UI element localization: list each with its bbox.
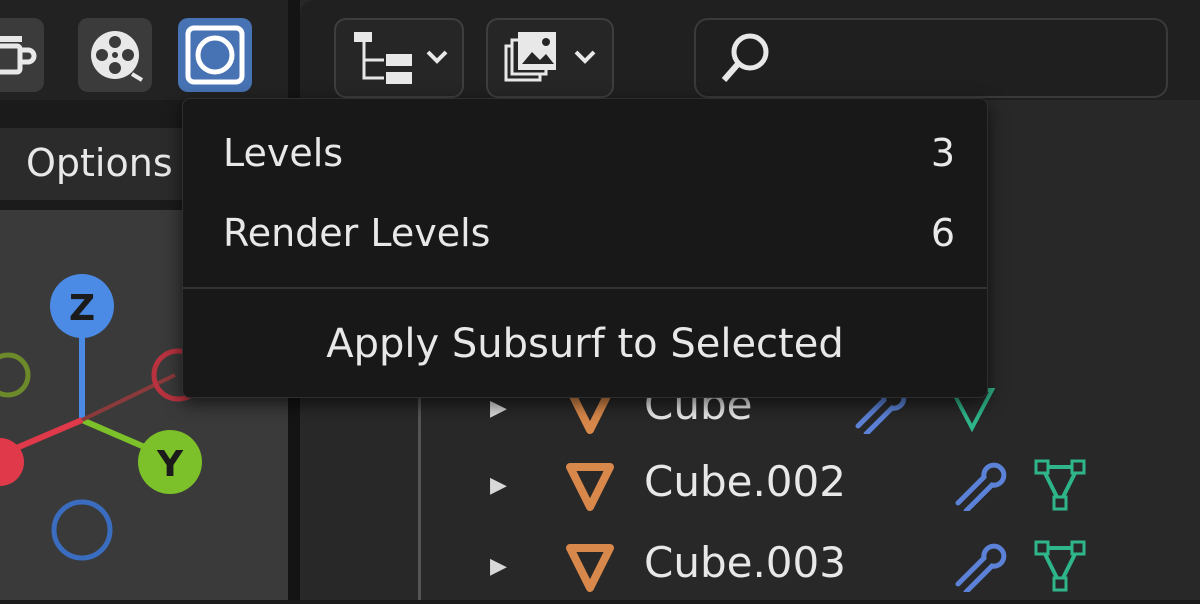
expand-arrow-icon[interactable]: ▶ — [490, 396, 507, 421]
list-item[interactable]: ▶ Cube.003 — [480, 536, 1180, 596]
render-levels-value-field[interactable]: 6 — [931, 211, 955, 255]
object-triangle-icon — [566, 544, 614, 592]
film-reel-icon — [91, 31, 144, 82]
subsurf-popup-menu: Levels 3 Render Levels 6 Apply Subsurf t… — [182, 98, 988, 398]
expand-arrow-icon[interactable]: ▶ — [490, 554, 507, 579]
display-mode-dropdown[interactable] — [334, 18, 464, 98]
coffee-button[interactable] — [0, 18, 44, 92]
search-icon — [721, 33, 769, 82]
levels-label: Levels — [223, 131, 344, 175]
render-animation-button[interactable] — [78, 18, 152, 92]
expand-arrow-icon[interactable]: ▶ — [490, 473, 507, 498]
mesh-data-icon[interactable] — [1030, 455, 1090, 515]
render-levels-label: Render Levels — [223, 211, 491, 255]
chevron-down-icon — [574, 50, 596, 64]
chevron-down-icon — [426, 50, 448, 64]
levels-value-field[interactable]: 3 — [931, 131, 955, 175]
filter-dropdown[interactable] — [486, 18, 614, 98]
outliner-display-mode-icon — [354, 32, 448, 84]
gizmo-z-label: Z — [69, 288, 95, 329]
wrench-icon[interactable] — [950, 540, 1010, 592]
subsurf-icon — [185, 25, 245, 85]
apply-subsurf-button[interactable]: Apply Subsurf to Selected — [183, 321, 987, 367]
gizmo-y-label: Y — [156, 444, 184, 485]
search-input[interactable] — [694, 18, 1168, 98]
left-toolbar — [0, 0, 288, 100]
tree-guide-line — [418, 380, 421, 600]
object-name: Cube.002 — [644, 457, 846, 506]
menu-separator — [183, 287, 987, 289]
subsurf-button[interactable] — [178, 18, 252, 92]
coffee-icon — [0, 36, 37, 75]
wrench-icon[interactable] — [950, 459, 1010, 511]
options-label: Options — [26, 141, 173, 185]
mesh-data-icon[interactable] — [1030, 536, 1090, 596]
list-item[interactable]: ▶ Cube.002 — [480, 455, 1180, 515]
object-triangle-icon — [566, 463, 614, 511]
image-stack-icon — [504, 32, 596, 82]
object-name: Cube.003 — [644, 538, 846, 587]
